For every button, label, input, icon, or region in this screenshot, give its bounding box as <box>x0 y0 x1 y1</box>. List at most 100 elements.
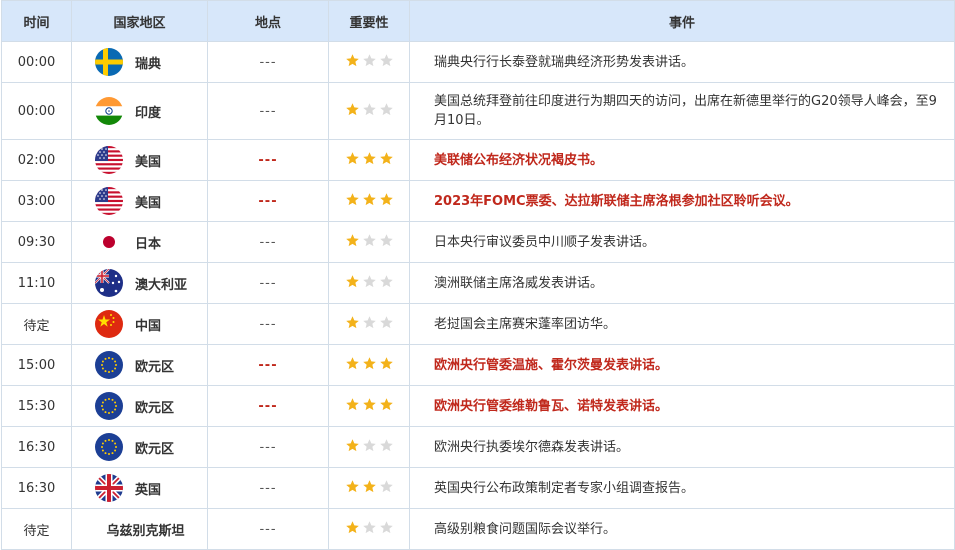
star-empty-icon <box>379 315 394 330</box>
star-empty-icon <box>362 315 377 330</box>
country-name: 瑞典 <box>135 56 162 72</box>
importance-stars <box>345 356 394 371</box>
eu-flag-icon <box>95 392 123 420</box>
china-flag-icon <box>95 310 123 338</box>
event-time: 15:00 <box>1 344 72 386</box>
star-filled-icon <box>345 356 360 371</box>
importance-stars <box>345 274 394 289</box>
star-filled-icon <box>345 53 360 68</box>
star-empty-icon <box>379 233 394 248</box>
country-cell: 欧元区 <box>71 426 208 468</box>
event-location: --- <box>259 316 277 332</box>
event-description: 老挝国会主席赛宋蓬率团访华。 <box>409 303 955 345</box>
country-cell: 澳大利亚 <box>71 262 208 304</box>
location-cell: --- <box>207 139 329 181</box>
event-location: --- <box>259 54 277 70</box>
country-name: 欧元区 <box>135 441 175 457</box>
india-flag-icon <box>95 97 123 125</box>
table-row: 09:30 日本 --- 日本央行审议委员中川顺子发表讲话。 <box>1 221 955 263</box>
event-description: 欧洲央行执委埃尔德森发表讲话。 <box>409 426 955 468</box>
importance-stars <box>345 233 394 248</box>
importance-cell <box>328 139 410 181</box>
event-description: 欧洲央行管委维勒鲁瓦、诺特发表讲话。 <box>409 385 955 427</box>
event-time: 00:00 <box>1 41 72 83</box>
table-row: 00:00 瑞典 --- 瑞典央行行长泰登就瑞典经济形势发表讲话。 <box>1 41 955 83</box>
country-cell: 日本 <box>71 221 208 263</box>
location-cell: --- <box>207 508 329 550</box>
table-row: 16:30 欧元区 --- 欧洲央行执委埃尔德森发表讲话。 <box>1 426 955 468</box>
country-cell: 美国 <box>71 180 208 222</box>
location-cell: --- <box>207 303 329 345</box>
importance-stars <box>345 151 394 166</box>
table-row: 03:00 美国 --- 2023年FOMC票委、达拉斯联储主席洛根参加社区聆听会议。 <box>1 180 955 222</box>
star-filled-icon <box>345 315 360 330</box>
event-location: --- <box>259 521 277 537</box>
star-filled-icon <box>345 102 360 117</box>
eu-flag-icon <box>95 351 123 379</box>
location-cell: --- <box>207 426 329 468</box>
sweden-flag-icon <box>95 48 123 76</box>
location-cell: --- <box>207 180 329 222</box>
importance-cell <box>328 426 410 468</box>
event-description: 2023年FOMC票委、达拉斯联储主席洛根参加社区聆听会议。 <box>409 180 955 222</box>
star-filled-icon <box>362 356 377 371</box>
star-filled-icon <box>345 233 360 248</box>
country-name: 澳大利亚 <box>135 277 188 293</box>
location-cell: --- <box>207 467 329 509</box>
country-name: 中国 <box>135 318 162 334</box>
importance-stars <box>345 520 394 535</box>
event-description: 高级别粮食问题国际会议举行。 <box>409 508 955 550</box>
event-time: 待定 <box>1 508 72 550</box>
country-name: 美国 <box>135 195 162 211</box>
importance-cell <box>328 467 410 509</box>
country-cell: 英国 <box>71 467 208 509</box>
event-time: 00:00 <box>1 82 72 140</box>
event-description: 美国总统拜登前往印度进行为期四天的访问，出席在新德里举行的G20领导人峰会，至9… <box>409 82 955 140</box>
usa-flag-icon <box>95 187 123 215</box>
location-cell: --- <box>207 41 329 83</box>
star-filled-icon <box>362 479 377 494</box>
header-event: 事件 <box>409 0 955 42</box>
star-empty-icon <box>379 274 394 289</box>
importance-stars <box>345 397 394 412</box>
eu-flag-icon <box>95 433 123 461</box>
event-time: 16:30 <box>1 426 72 468</box>
event-time: 待定 <box>1 303 72 345</box>
event-time: 16:30 <box>1 467 72 509</box>
event-description: 英国央行公布政策制定者专家小组调查报告。 <box>409 467 955 509</box>
event-description: 美联储公布经济状况褐皮书。 <box>409 139 955 181</box>
importance-stars <box>345 438 394 453</box>
star-filled-icon <box>345 520 360 535</box>
table-row: 待定 乌兹别克斯坦 --- 高级别粮食问题国际会议举行。 <box>1 508 955 550</box>
importance-stars <box>345 315 394 330</box>
uk-flag-icon <box>95 474 123 502</box>
star-filled-icon <box>379 192 394 207</box>
event-location: --- <box>258 152 278 168</box>
star-filled-icon <box>345 274 360 289</box>
japan-flag-icon <box>95 228 123 256</box>
location-cell: --- <box>207 344 329 386</box>
importance-cell <box>328 508 410 550</box>
importance-cell <box>328 221 410 263</box>
table-row: 02:00 美国 --- 美联储公布经济状况褐皮书。 <box>1 139 955 181</box>
country-cell: 美国 <box>71 139 208 181</box>
event-description: 欧洲央行管委温施、霍尔茨曼发表讲话。 <box>409 344 955 386</box>
country-name: 英国 <box>135 482 162 498</box>
importance-stars <box>345 192 394 207</box>
event-description: 瑞典央行行长泰登就瑞典经济形势发表讲话。 <box>409 41 955 83</box>
table-row: 00:00 印度 --- 美国总统拜登前往印度进行为期四天的访问，出席在新德里举行的G… <box>1 82 955 140</box>
star-empty-icon <box>362 438 377 453</box>
star-filled-icon <box>379 356 394 371</box>
star-empty-icon <box>379 102 394 117</box>
country-cell: 欧元区 <box>71 344 208 386</box>
star-filled-icon <box>362 151 377 166</box>
country-name: 印度 <box>135 105 162 121</box>
country-name: 日本 <box>135 236 162 252</box>
event-location: --- <box>258 398 278 414</box>
star-filled-icon <box>379 151 394 166</box>
star-filled-icon <box>345 192 360 207</box>
star-empty-icon <box>379 53 394 68</box>
importance-stars <box>345 53 394 68</box>
event-location: --- <box>258 193 278 209</box>
star-filled-icon <box>362 192 377 207</box>
